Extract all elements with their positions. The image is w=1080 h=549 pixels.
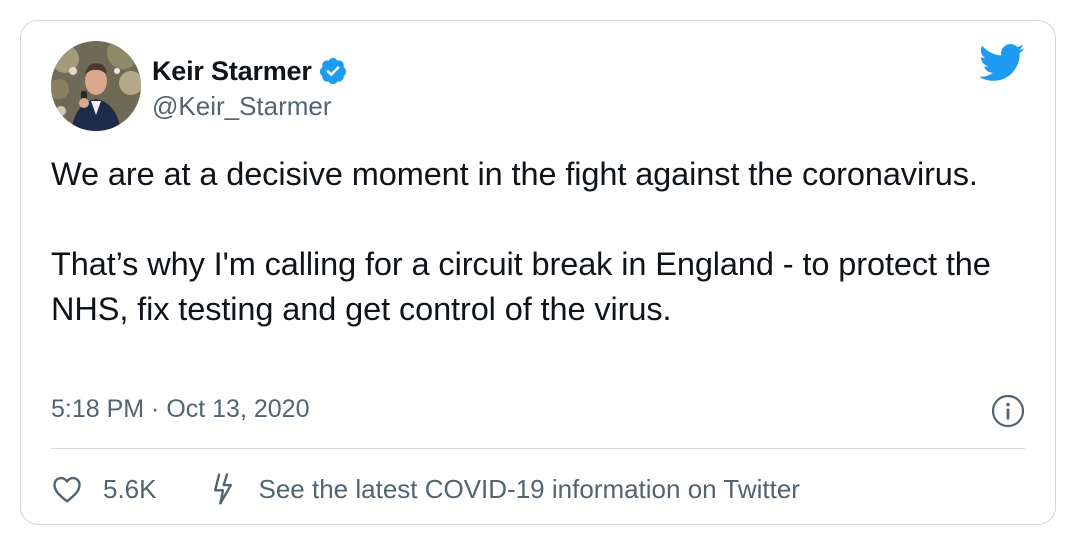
- covid-info-label: See the latest COVID-19 information on T…: [258, 473, 800, 504]
- author-display-name[interactable]: Keir Starmer: [152, 56, 312, 87]
- tweet-actions: 5.6K See the latest COVID-19 information…: [51, 471, 800, 507]
- avatar[interactable]: [51, 41, 141, 131]
- covid-info-link[interactable]: See the latest COVID-19 information on T…: [207, 472, 800, 506]
- avatar-photo: [51, 41, 141, 131]
- tweet-paragraph: We are at a decisive moment in the fight…: [51, 156, 978, 192]
- info-icon[interactable]: [991, 394, 1025, 428]
- divider: [51, 448, 1025, 449]
- tweet-card[interactable]: Keir Starmer @Keir_Starmer We are at a d…: [20, 20, 1056, 525]
- like-count: 5.6K: [103, 473, 157, 504]
- tweet-paragraph: That’s why I'm calling for a circuit bre…: [51, 246, 991, 327]
- heart-icon: [53, 476, 81, 503]
- tweet-timestamp[interactable]: 5:18 PM · Oct 13, 2020: [51, 395, 309, 424]
- lightning-bolt-icon: [213, 473, 232, 505]
- author-handle[interactable]: @Keir_Starmer: [152, 91, 332, 122]
- tweet-text: We are at a decisive moment in the fight…: [51, 152, 1011, 332]
- like-button[interactable]: 5.6K: [51, 473, 157, 505]
- twitter-bird-icon[interactable]: [979, 43, 1025, 83]
- verified-badge-icon: [318, 56, 348, 86]
- author-name-row: Keir Starmer: [152, 51, 348, 91]
